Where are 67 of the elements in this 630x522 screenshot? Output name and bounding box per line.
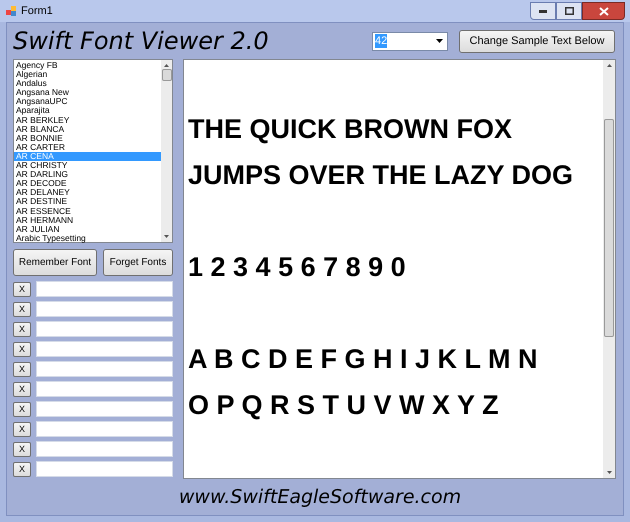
sample-scrollbar[interactable] [603, 60, 615, 478]
clear-slot-button[interactable]: X [13, 402, 31, 416]
font-list-item[interactable]: Aparajita [14, 106, 161, 116]
app-icon [5, 5, 17, 17]
remembered-font-field[interactable] [36, 301, 173, 317]
font-list-item[interactable]: Andalus [14, 79, 161, 88]
scroll-down-icon [164, 235, 169, 238]
minimize-icon [539, 10, 547, 12]
clear-slot-button[interactable]: X [13, 362, 31, 376]
font-list-item[interactable]: AR BERKLEY [14, 116, 161, 125]
clear-slot-button[interactable]: X [13, 302, 31, 316]
font-list-item[interactable]: AngsanaUPC [14, 97, 161, 106]
font-list-item[interactable]: AR HERMANN [14, 216, 161, 225]
font-list-item[interactable]: AR DELANEY [14, 188, 161, 198]
maximize-icon [564, 7, 574, 15]
clear-slot-button[interactable]: X [13, 422, 31, 436]
app-title: Swift Font Viewer 2.0 [13, 26, 269, 57]
remembered-font-field[interactable] [36, 461, 173, 477]
clear-slot-button[interactable]: X [13, 282, 31, 296]
font-list-item[interactable]: Angsana New [14, 88, 161, 98]
font-list-item[interactable]: AR DECODE [14, 179, 161, 188]
sample-text-line: 1 2 3 4 5 6 7 8 9 0 [188, 251, 407, 284]
font-list-item[interactable]: AR DARLING [14, 170, 161, 180]
size-value: 42 [375, 34, 388, 48]
font-list-item[interactable]: Arabic Typesetting [14, 234, 161, 243]
remembered-font-field[interactable] [36, 421, 173, 437]
minimize-button[interactable] [530, 2, 556, 20]
close-icon [598, 6, 608, 16]
remembered-font-field[interactable] [36, 341, 173, 357]
sample-text-line: THE QUICK BROWN FOX [188, 113, 513, 146]
remember-font-button[interactable]: Remember Font [13, 249, 97, 276]
font-list-item[interactable]: Algerian [14, 70, 161, 80]
dropdown-arrow-icon [436, 39, 443, 43]
font-list-item[interactable]: AR CHRISTY [14, 161, 161, 170]
font-list-item[interactable]: AR BONNIE [14, 134, 161, 143]
font-list-item[interactable]: AR DESTINE [14, 197, 161, 206]
clear-slot-button[interactable]: X [13, 342, 31, 356]
clear-slot-button[interactable]: X [13, 382, 31, 396]
font-list-item[interactable]: AR BLANCA [14, 124, 161, 134]
font-list-item[interactable]: AR ESSENCE [14, 206, 161, 216]
scroll-up-icon [606, 64, 612, 67]
clear-slot-button[interactable]: X [13, 462, 31, 476]
remembered-font-field[interactable] [36, 441, 173, 457]
list-scrollbar[interactable] [161, 60, 172, 242]
scroll-up-icon [164, 64, 169, 67]
website-link[interactable]: www.SwiftEagleSoftware.com [178, 483, 462, 512]
scroll-down-icon [606, 471, 612, 474]
maximize-button[interactable] [556, 2, 582, 20]
remembered-font-field[interactable] [36, 321, 173, 337]
close-button[interactable] [582, 2, 625, 20]
font-list-item[interactable]: AR CARTER [14, 142, 161, 152]
scroll-thumb[interactable] [604, 119, 614, 337]
clear-slot-button[interactable]: X [13, 442, 31, 456]
remembered-font-field[interactable] [36, 381, 173, 397]
font-list-item[interactable]: AR JULIAN [14, 224, 161, 234]
sample-text-line: O P Q R S T U V W X Y Z [188, 389, 500, 422]
change-sample-button[interactable]: Change Sample Text Below [459, 30, 615, 52]
scroll-thumb[interactable] [162, 69, 172, 81]
window-title: Form1 [21, 4, 53, 19]
forget-fonts-button[interactable]: Forget Fonts [103, 249, 173, 276]
remembered-font-field[interactable] [36, 401, 173, 417]
remembered-font-field[interactable] [36, 281, 173, 297]
remembered-font-field[interactable] [36, 361, 173, 377]
clear-slot-button[interactable]: X [13, 322, 31, 336]
sample-text-line: A B C D E F G H I J K L M N [188, 343, 539, 376]
font-list-item[interactable]: Agency FB [14, 61, 161, 70]
sample-text-line: JUMPS OVER THE LAZY DOG [188, 159, 574, 192]
